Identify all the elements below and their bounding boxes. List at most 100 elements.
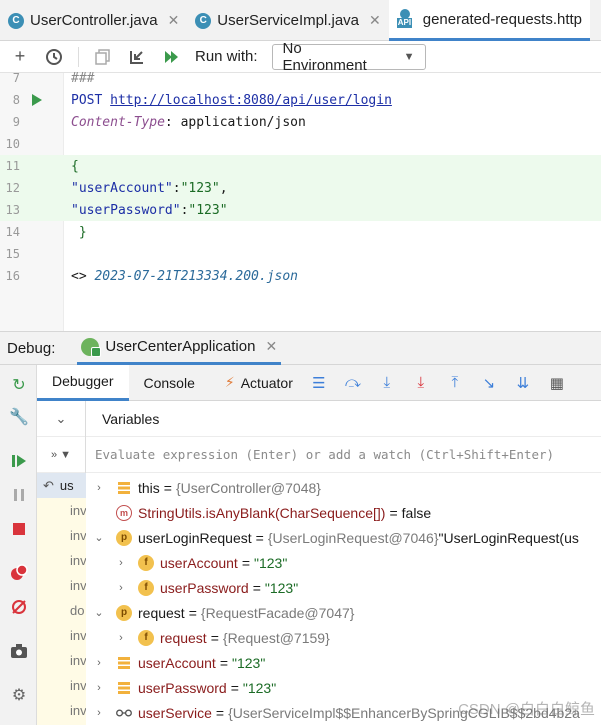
variable-row[interactable]: › f userAccount = "123" (86, 550, 601, 575)
equals-sign: = (188, 604, 197, 621)
stack-frame[interactable]: inv (37, 648, 86, 673)
variable-name: this (138, 479, 160, 496)
variable-row[interactable]: › userPassword = "123" (86, 675, 601, 700)
camera-icon[interactable] (9, 641, 29, 661)
header-name: Content-Type (71, 114, 165, 130)
run-all-icon[interactable] (161, 47, 181, 67)
variable-row[interactable]: ⌄ p request = {RequestFacade@7047} (86, 600, 601, 625)
variable-name: userPassword (138, 679, 227, 696)
chevron-right-icon[interactable]: › (94, 707, 104, 719)
variable-row[interactable]: m StringUtils.isAnyBlank(CharSequence[])… (86, 500, 601, 525)
frame-label: inv (70, 578, 86, 593)
variable-name: StringUtils.isAnyBlank(CharSequence[]) (138, 504, 386, 521)
stack-frame[interactable]: inv (37, 673, 86, 698)
glasses-icon (116, 705, 132, 721)
frames-panel: ⌄ » ▼ ↶ us inv inv inv inv do inv inv inv… (37, 401, 86, 725)
variable-row[interactable]: › userAccount = "123" (86, 650, 601, 675)
variable-row[interactable]: › f userPassword = "123" (86, 575, 601, 600)
tab-actuator[interactable]: ⚡ Actuator (210, 365, 308, 401)
run-to-cursor-icon[interactable]: ↘ (480, 374, 498, 392)
chevron-right-icon[interactable]: › (116, 632, 126, 644)
force-step-into-icon[interactable]: ⤓ (412, 374, 430, 392)
chevron-right-icon[interactable]: › (94, 682, 104, 694)
equals-sign: = (255, 529, 264, 546)
history-icon[interactable] (44, 47, 64, 67)
response-file-link[interactable]: 2023-07-21T213334.200.json (94, 269, 298, 284)
variable-row[interactable]: › f request = {Request@7159} (86, 625, 601, 650)
code-line: 12 "userAccount":"123", (0, 177, 601, 199)
stack-frame[interactable]: do (37, 598, 86, 623)
copy-icon[interactable] (93, 47, 113, 67)
tab-console[interactable]: Console (129, 365, 210, 401)
variable-value: "123" (264, 579, 299, 596)
step-out-icon[interactable]: ⤒ (446, 374, 464, 392)
debug-label: Debug: (7, 339, 56, 357)
stack-frame[interactable]: inv (37, 498, 86, 523)
variable-row[interactable]: › this = {UserController@7048} (86, 475, 601, 500)
stack-frame[interactable]: inv (37, 623, 86, 648)
environment-select[interactable]: No Environment ▼ (271, 40, 426, 74)
equals-sign: = (210, 629, 219, 646)
variable-value: "123" (242, 679, 277, 696)
field-icon: f (138, 579, 154, 596)
stack-frame[interactable]: inv (37, 573, 86, 598)
response-file-line: <> 2023-07-21T213334.200.json (71, 269, 298, 284)
request-url[interactable]: http://localhost:8080/api/user/login (110, 93, 392, 108)
close-icon[interactable]: ✕ (369, 12, 381, 29)
view-breakpoints-icon[interactable] (9, 563, 29, 583)
variable-row[interactable]: ⌄ p userLoginRequest = {UserLoginRequest… (86, 525, 601, 550)
tab-label: UserServiceImpl.java (217, 12, 360, 29)
method-return-icon: m (116, 504, 132, 521)
table-view-icon[interactable]: ▦ (548, 374, 566, 392)
step-into-icon[interactable]: ⤓ (378, 374, 396, 392)
close-icon[interactable]: ✕ (265, 338, 277, 355)
settings-icon[interactable]: ⚙ (9, 685, 29, 705)
rerun-icon[interactable]: ↻ (9, 375, 29, 395)
chevron-down-icon[interactable]: ⌄ (94, 531, 104, 544)
separator-text: ### (71, 70, 95, 86)
tab-user-controller[interactable]: C UserController.java ✕ (0, 0, 187, 41)
editor-tab-bar: C UserController.java ✕ C UserServiceImp… (0, 0, 601, 41)
debug-session-tab[interactable]: UserCenterApplication ✕ (77, 331, 282, 365)
chevron-right-icon[interactable]: › (94, 482, 104, 494)
tab-user-service-impl[interactable]: C UserServiceImpl.java ✕ (187, 0, 388, 41)
chevron-right-icon[interactable]: › (94, 657, 104, 669)
step-over-icon[interactable]: ⤼ (344, 374, 362, 392)
wrench-icon[interactable]: 🔧 (9, 407, 29, 427)
close-icon[interactable]: ✕ (168, 12, 180, 29)
frames-collapse-chevron[interactable]: ⌄ (37, 401, 85, 437)
chevron-right-icon[interactable]: › (116, 582, 126, 594)
tab-generated-requests[interactable]: API generated-requests.http (388, 0, 591, 41)
json-brace: { (71, 158, 79, 174)
frame-label: inv (70, 503, 86, 518)
resume-icon[interactable] (9, 451, 29, 471)
stack-frame[interactable]: inv (37, 548, 86, 573)
add-icon[interactable]: + (10, 46, 30, 67)
debug-side-toolbar: ↻ 🔧 ⚙ (0, 365, 37, 725)
pause-icon[interactable] (9, 485, 29, 505)
header-value: : application/json (164, 114, 306, 130)
parameter-icon: p (116, 529, 132, 546)
debug-session-label: UserCenterApplication (105, 338, 256, 355)
frames-filter-row[interactable]: » ▼ (37, 437, 85, 473)
header-line: Content-Type: application/json (71, 115, 306, 130)
tab-debugger[interactable]: Debugger (37, 364, 129, 401)
mute-breakpoints-icon[interactable] (9, 597, 29, 617)
show-execution-point-icon[interactable]: ☰ (310, 374, 328, 392)
stack-frame[interactable]: inv (37, 523, 86, 548)
class-icon: C (195, 12, 212, 29)
drop-frame-icon[interactable]: ⇊ (514, 374, 532, 392)
chevron-down-icon: ▼ (403, 50, 415, 63)
actuator-icon: ⚡ (224, 374, 235, 390)
stack-frame[interactable]: ha (37, 720, 86, 725)
stop-icon[interactable] (9, 519, 29, 539)
import-icon[interactable] (127, 47, 147, 67)
run-request-icon[interactable] (32, 94, 42, 106)
line-number: 10 (5, 137, 20, 151)
chevron-down-icon[interactable]: ⌄ (94, 606, 104, 619)
chevron-right-icon[interactable]: › (116, 557, 126, 569)
evaluate-expression-input[interactable]: Evaluate expression (Enter) or add a wat… (86, 437, 601, 473)
http-request-editor[interactable]: 7 ### 8 POST http://localhost:8080/api/u… (0, 70, 601, 331)
stack-frame[interactable]: ↶ us (37, 473, 86, 498)
equals-sign: = (252, 579, 261, 596)
